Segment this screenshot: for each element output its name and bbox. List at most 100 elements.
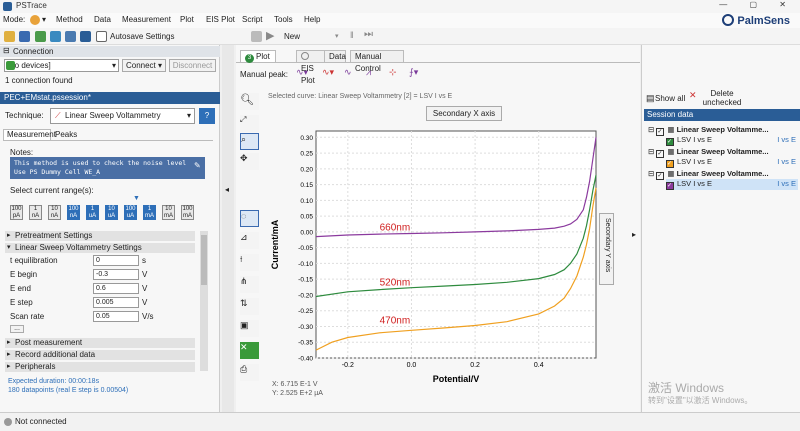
- autosave-checkbox[interactable]: [96, 31, 107, 42]
- curve-move-icon[interactable]: ⇅: [240, 298, 259, 315]
- collapse-left-icon[interactable]: ◂: [225, 185, 229, 194]
- secondary-y-axis-button[interactable]: Secondary Y axis: [599, 213, 614, 285]
- delete-icon[interactable]: ✕: [689, 90, 697, 101]
- show-all-icon[interactable]: ▤: [646, 93, 655, 104]
- tab-peaks[interactable]: Peaks: [55, 130, 77, 140]
- tab-data[interactable]: Data: [324, 50, 346, 62]
- auto-scale-icon[interactable]: ⊿: [240, 232, 259, 249]
- cursor-icon[interactable]: ◌: [240, 210, 259, 227]
- menu-measurement[interactable]: Measurement: [122, 15, 171, 24]
- peak-remove-icon[interactable]: ∿▾: [322, 67, 334, 78]
- collapse-icon[interactable]: ⊟: [3, 46, 10, 55]
- notes-field[interactable]: This method is used to check the noise l…: [10, 157, 205, 179]
- peak-search-icon[interactable]: ∿: [344, 67, 352, 78]
- session-checkbox[interactable]: ✓: [656, 172, 665, 180]
- show-all-button[interactable]: Show all: [655, 94, 685, 103]
- help-button[interactable]: ?: [199, 108, 215, 124]
- menu-tools[interactable]: Tools: [274, 15, 293, 24]
- param-input[interactable]: 0.6: [93, 283, 139, 294]
- tab-manual-control[interactable]: Manual Control: [350, 50, 404, 73]
- curve-checkbox[interactable]: ✓: [666, 160, 674, 168]
- tab-eis-plot[interactable]: EIS Plot: [296, 50, 326, 85]
- mode-icon[interactable]: [30, 15, 40, 25]
- current-range-button[interactable]: 1 uA: [86, 205, 99, 220]
- tree-collapse-icon[interactable]: ⊟: [648, 147, 654, 156]
- current-range-button[interactable]: 10 nA: [48, 205, 61, 220]
- current-range-button[interactable]: 10 mA: [162, 205, 175, 220]
- peak-mark-icon[interactable]: ⊹: [389, 67, 397, 78]
- session-checkbox[interactable]: ✓: [656, 150, 665, 158]
- param-input[interactable]: 0.005: [93, 297, 139, 308]
- group-pretreatment[interactable]: Pretreatment Settings: [5, 231, 195, 241]
- device-select[interactable]: [no devices] ▾: [4, 59, 119, 72]
- session-checkbox[interactable]: ✓: [656, 128, 665, 136]
- peak-formula-icon[interactable]: ⨍▾: [409, 67, 418, 78]
- technique-select[interactable]: Linear Sweep Voltammetry ▾: [50, 108, 195, 124]
- group-lsv-settings[interactable]: Linear Sweep Voltammetry Settings: [5, 243, 195, 253]
- axis-settings-icon[interactable]: ⟊: [240, 254, 259, 271]
- param-input[interactable]: 0: [93, 255, 139, 266]
- expand-post-icon[interactable]: ▸: [7, 338, 11, 346]
- secondary-x-axis-button[interactable]: Secondary X axis: [426, 106, 502, 121]
- group-record-additional[interactable]: Record additional data: [5, 350, 195, 360]
- open-data-icon[interactable]: [35, 31, 46, 42]
- save-all-icon[interactable]: [80, 31, 91, 42]
- menu-script[interactable]: Script: [242, 15, 262, 24]
- lsv-chart[interactable]: 0.30 0.25 0.20 0.15 0.10 0.05 0.00 -0.05 -0.10 -0…: [266, 125, 611, 405]
- edit-notes-icon[interactable]: ✎: [194, 161, 201, 170]
- connect-button[interactable]: Connect ▾: [122, 59, 166, 72]
- zoom-select-icon[interactable]: ⌕: [240, 133, 259, 150]
- tree-collapse-icon[interactable]: ⊟: [648, 125, 654, 134]
- pause-icon[interactable]: ‖: [350, 30, 354, 40]
- menu-plot[interactable]: Plot: [180, 15, 194, 24]
- session-curve[interactable]: ✓ LSV I vs EI vs E: [666, 179, 798, 190]
- window-controls[interactable]: — ▢ ✕: [719, 0, 796, 9]
- group-post-measurement[interactable]: Post measurement: [5, 338, 195, 348]
- current-range-button[interactable]: 1 nA: [29, 205, 42, 220]
- tree-collapse-icon[interactable]: ⊟: [648, 169, 654, 178]
- skip-icon[interactable]: ⏭: [364, 29, 373, 40]
- menu-help[interactable]: Help: [304, 15, 320, 24]
- curve-checkbox[interactable]: ✓: [666, 138, 674, 146]
- pan-icon[interactable]: ✥: [240, 153, 259, 170]
- collapse-lsv-icon[interactable]: ▾: [7, 243, 11, 251]
- menu-method[interactable]: Method: [56, 15, 83, 24]
- expand-peripherals-icon[interactable]: ▸: [7, 362, 11, 370]
- zoom-xy-icon[interactable]: ⤢: [240, 115, 259, 132]
- menu-data[interactable]: Data: [94, 15, 111, 24]
- run-icon[interactable]: ▶: [266, 29, 274, 42]
- curve-checkbox[interactable]: ✓: [666, 182, 674, 190]
- export-excel-icon[interactable]: ✕: [240, 342, 259, 359]
- refresh-icon[interactable]: [50, 31, 61, 42]
- session-curve[interactable]: ✓ LSV I vs EI vs E: [666, 135, 798, 146]
- expand-pretreatment-icon[interactable]: ▸: [7, 231, 11, 239]
- current-range-button[interactable]: 100 uA: [124, 205, 137, 220]
- current-range-button[interactable]: 100 mA: [181, 205, 194, 220]
- save-icon[interactable]: [19, 31, 30, 42]
- open-folder-icon[interactable]: [4, 31, 15, 42]
- copy-plot-icon[interactable]: ▣: [240, 320, 259, 337]
- export-icon[interactable]: [65, 31, 76, 42]
- param-input[interactable]: 0.05: [93, 311, 139, 322]
- current-range-button[interactable]: 1 mA: [143, 205, 156, 220]
- delete-unchecked-button[interactable]: Delete unchecked: [700, 89, 744, 107]
- current-range-button[interactable]: 100 nA: [67, 205, 80, 220]
- menu-eis-plot[interactable]: EIS Plot: [206, 15, 235, 24]
- disconnect-button[interactable]: Disconnect: [169, 59, 216, 72]
- param-input[interactable]: -0.3: [93, 269, 139, 280]
- stop-icon[interactable]: [251, 31, 262, 42]
- current-range-button[interactable]: 10 uA: [105, 205, 118, 220]
- tab-measurement[interactable]: Measurement: [3, 129, 56, 140]
- expand-right-icon[interactable]: ▸: [632, 230, 636, 239]
- tab-plot[interactable]: 3 Plot: [240, 50, 276, 63]
- more-button[interactable]: ...: [10, 325, 24, 333]
- panel-splitter[interactable]: ◂: [222, 45, 234, 412]
- new-dropdown-icon[interactable]: ▾: [335, 32, 339, 40]
- group-peripherals[interactable]: Peripherals: [5, 362, 195, 372]
- curve-select-icon[interactable]: ⋔: [240, 276, 259, 293]
- mode-dropdown-icon[interactable]: ▾: [42, 15, 46, 24]
- zoom-icon[interactable]: 🔍︎: [240, 93, 259, 110]
- print-icon[interactable]: ⎙: [240, 364, 259, 381]
- expand-record-icon[interactable]: ▸: [7, 350, 11, 358]
- left-scrollbar-thumb[interactable]: [201, 235, 207, 285]
